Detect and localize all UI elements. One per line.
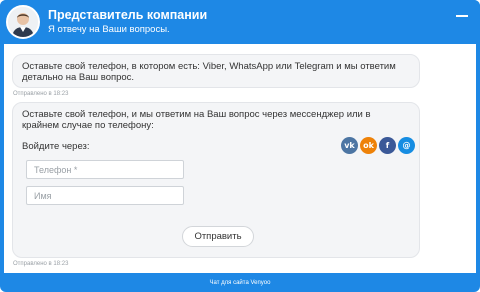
phone-input[interactable]: [26, 160, 184, 179]
facebook-icon[interactable]: f: [379, 137, 396, 154]
footer-credit[interactable]: Чат для сайта Venyoo: [0, 274, 480, 292]
message-text: Оставьте свой телефон, в котором есть: V…: [22, 61, 396, 83]
chat-body: Оставьте свой телефон, в котором есть: V…: [4, 44, 476, 273]
name-input[interactable]: [26, 186, 184, 205]
vk-icon[interactable]: vk: [341, 137, 358, 154]
avatar: [6, 5, 40, 39]
message-timestamp: Отправлено в 18:23: [13, 91, 69, 97]
header-subtitle: Я отвечу на Ваши вопросы.: [48, 24, 170, 35]
header-title: Представитель компании: [48, 8, 208, 22]
login-via-label: Войдите через:: [22, 141, 90, 152]
person-photo-icon: [8, 7, 38, 37]
message-timestamp: Отправлено в 18:23: [13, 261, 69, 267]
message-bubble: Оставьте свой телефон, в котором есть: V…: [12, 54, 420, 88]
minimize-icon[interactable]: [456, 15, 468, 17]
contact-form-bubble: Оставьте свой телефон, и мы ответим на В…: [12, 102, 420, 258]
message-text: Оставьте свой телефон, и мы ответим на В…: [22, 109, 371, 131]
send-button[interactable]: Отправить: [182, 226, 254, 247]
social-login-group: vk ok f @: [341, 137, 417, 155]
odnoklassniki-icon[interactable]: ok: [360, 137, 377, 154]
chat-widget: Представитель компании Я отвечу на Ваши …: [0, 0, 480, 292]
mail-icon[interactable]: @: [398, 137, 415, 154]
chat-header[interactable]: Представитель компании Я отвечу на Ваши …: [0, 0, 480, 42]
